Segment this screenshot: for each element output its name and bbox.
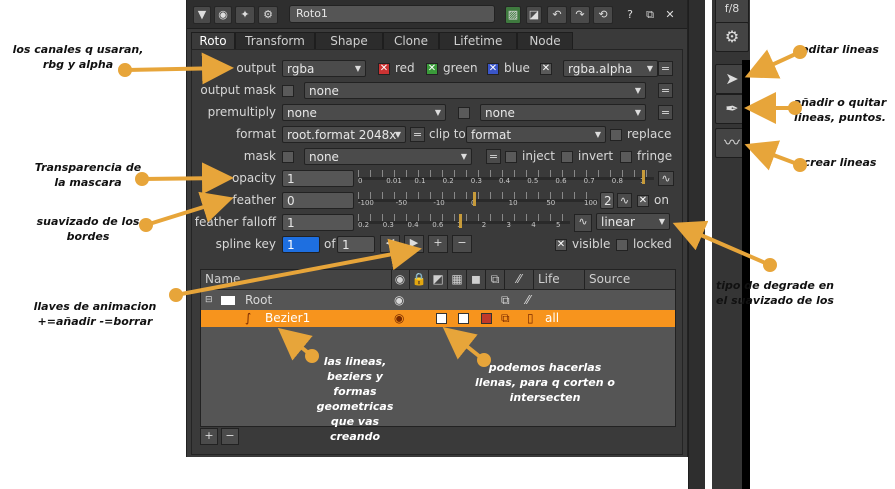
arrow-falloff (672, 220, 771, 267)
arrow-feather (145, 191, 234, 227)
arrow-create (744, 140, 801, 171)
arrow-lines (277, 327, 314, 361)
arrow-keys (175, 238, 422, 297)
arrow-channels (124, 52, 234, 85)
annotation-arrows (118, 45, 807, 367)
arrow-fill (442, 327, 486, 362)
arrow-edit (744, 49, 801, 79)
arrow-transparency (141, 162, 234, 195)
